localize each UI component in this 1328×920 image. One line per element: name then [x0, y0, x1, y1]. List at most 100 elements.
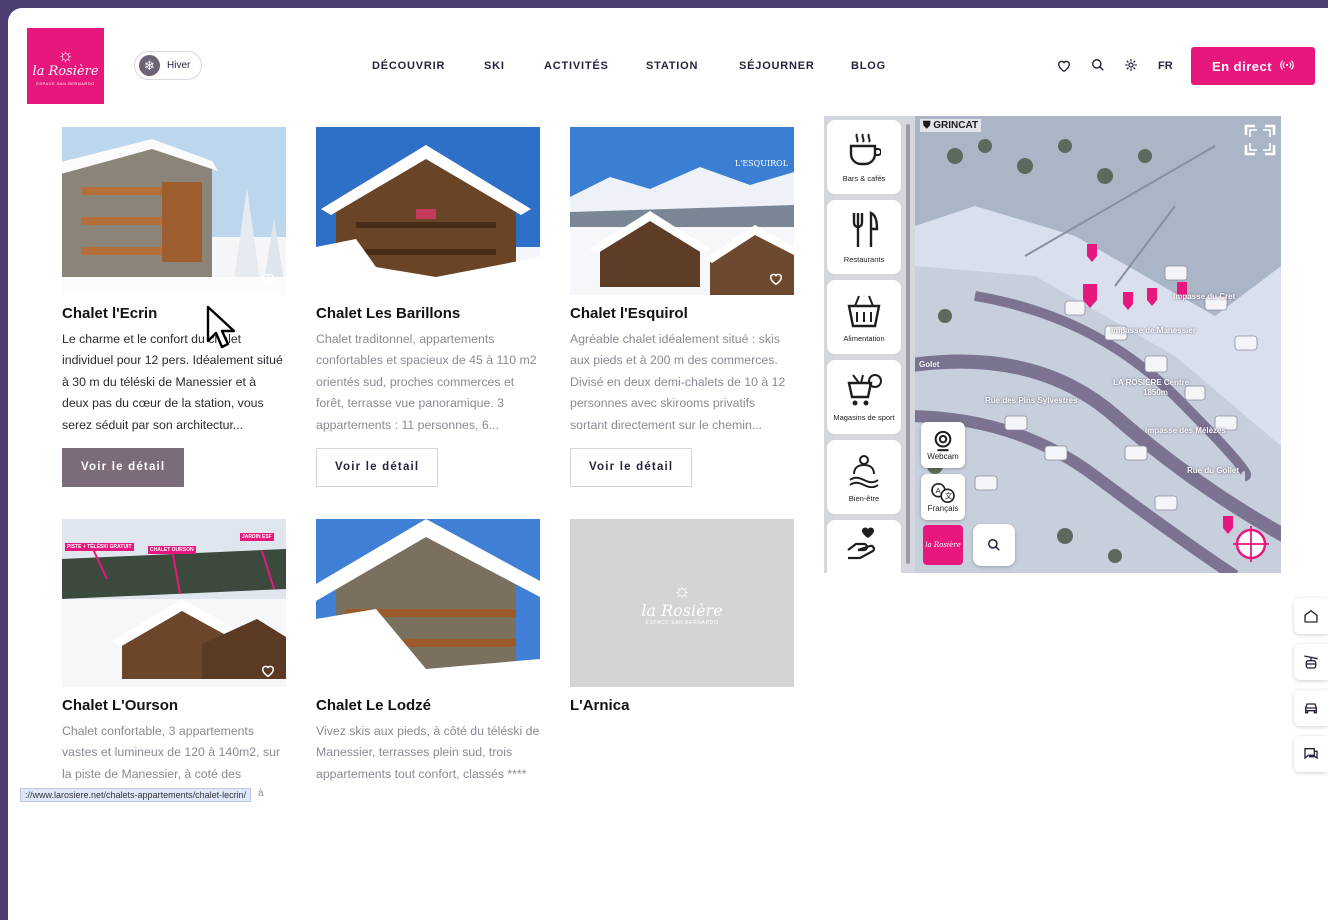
gear-icon[interactable] — [1122, 56, 1140, 74]
detail-button[interactable]: Voir le détail — [62, 448, 185, 487]
favorite-heart-icon[interactable] — [515, 664, 529, 678]
chat-icon — [1304, 748, 1318, 760]
card-chalet-les-barillons[interactable]: Chalet Les Barillons Chalet traditonnel,… — [316, 127, 540, 487]
card-chalet-lesquirol[interactable]: L'ESQUIROL Chalet l'Esquirol Agréable ch… — [570, 127, 794, 487]
card-image[interactable]: L'ESQUIROL — [570, 127, 794, 295]
translate-icon: A 文 — [931, 482, 955, 503]
gondola-icon — [1304, 655, 1318, 669]
photo-label: PISTE + TÉLÉSKI GRATUIT — [65, 543, 134, 551]
heart-hand-icon — [847, 527, 875, 560]
card-title[interactable]: Chalet l'Ecrin — [62, 305, 286, 322]
mouse-cursor — [206, 305, 236, 349]
card-chalet-lourson[interactable]: PISTE + TÉLÉSKI GRATUIT CHALET OURSON JA… — [62, 519, 286, 785]
search-icon — [987, 538, 1000, 551]
detail-button[interactable]: Voir le détail — [570, 448, 693, 487]
map-street-label: Impasse du Cret — [1173, 292, 1236, 301]
map-area-label: ⛊ GRINCAT — [920, 119, 982, 132]
live-button[interactable]: En direct — [1191, 47, 1315, 85]
map-street-label: Impasse des Mélèzes — [1145, 426, 1226, 435]
favorite-heart-icon[interactable] — [261, 664, 275, 678]
site-header: ☼ la Rosière ESPACE SAN BERNARDO ❄ Hiver… — [8, 8, 1328, 124]
map-search-button[interactable] — [973, 524, 1015, 566]
home-icon — [1304, 609, 1318, 623]
map-resort-logo[interactable]: la Rosière — [923, 525, 963, 565]
status-bar-trailing-text: à — [258, 788, 264, 799]
car-tool[interactable] — [1294, 690, 1328, 726]
map-category-list: Bars & cafés Restaurants Alimentation Ma… — [824, 116, 915, 573]
map-street-label: Impasse de Manessier — [1111, 326, 1196, 335]
card-image[interactable] — [316, 519, 540, 687]
site-logo[interactable]: ☼ la Rosière ESPACE SAN BERNARDO — [27, 28, 104, 104]
category-magasins-sport[interactable]: Magasins de sport — [827, 360, 901, 434]
map-place-label: LA ROSIÈRE Centre — [1113, 378, 1190, 387]
card-description: Vivez skis aux pieds, à côté du téléski … — [316, 724, 540, 781]
category-bars-cafes[interactable]: Bars & cafés — [827, 120, 901, 194]
card-description: Agréable chalet idéalement situé : skis … — [570, 332, 786, 432]
card-title[interactable]: Chalet Les Barillons — [316, 305, 540, 322]
card-chalet-le-lodze[interactable]: Chalet Le Lodzé Vivez skis aux pieds, à … — [316, 519, 540, 785]
sport-shop-icon — [847, 373, 882, 405]
card-description: Le charme et le confort du chalet indivi… — [62, 332, 283, 432]
map-category-scrollbar[interactable] — [906, 124, 910, 564]
card-image[interactable] — [316, 127, 540, 295]
nav-blog[interactable]: BLOG — [851, 60, 886, 72]
card-description: Chalet traditonnel, appartements confort… — [316, 332, 537, 432]
grocery-basket-icon — [847, 295, 881, 327]
card-image[interactable] — [62, 127, 286, 295]
category-restaurants[interactable]: Restaurants — [827, 200, 901, 274]
sun-icon: ☼ — [57, 45, 74, 65]
card-larnica[interactable]: ☼ la Rosière ESPACE SAN BERNARDO L'Arnic… — [570, 519, 794, 714]
favorite-heart-icon[interactable] — [515, 272, 529, 286]
map-language-button[interactable]: A 文 Français — [921, 474, 965, 520]
resort-map-illustration — [903, 116, 1281, 573]
webcam-icon — [934, 430, 952, 451]
link-status-bar: ://www.larosiere.net/chalets-appartement… — [20, 788, 252, 802]
photo-label: CHALET OURSON — [148, 546, 196, 554]
card-image-placeholder[interactable]: ☼ la Rosière ESPACE SAN BERNARDO — [570, 519, 794, 687]
fullscreen-icon[interactable] — [1244, 124, 1276, 156]
map-street-label: Golet — [919, 360, 940, 369]
map-altitude-label: 1850m — [1143, 388, 1168, 397]
nav-station[interactable]: STATION — [646, 60, 698, 72]
heart-icon[interactable] — [1055, 56, 1073, 74]
category-bien-etre[interactable]: Bien-être — [827, 440, 901, 514]
cutlery-icon — [852, 210, 879, 247]
card-title[interactable]: Chalet l'Esquirol — [570, 305, 794, 322]
language-selector[interactable]: FR — [1158, 60, 1173, 72]
card-chalet-lecrin[interactable]: Chalet l'Ecrin Le charme et le confort d… — [62, 127, 286, 487]
snowflake-icon: ❄ — [139, 55, 160, 76]
map-canvas[interactable]: Golet Rue des Pins Sylvestres Impasse de… — [903, 116, 1281, 573]
svg-text:A: A — [936, 486, 941, 495]
interactive-map[interactable]: Bars & cafés Restaurants Alimentation Ma… — [824, 116, 1281, 573]
season-toggle[interactable]: ❄ Hiver — [134, 51, 203, 80]
category-alimentation[interactable]: Alimentation — [827, 280, 901, 354]
coffee-icon — [849, 132, 881, 165]
chat-tool[interactable] — [1294, 736, 1328, 772]
card-description: Chalet confortable, 3 appartements vaste… — [62, 724, 281, 781]
home-tool[interactable] — [1294, 598, 1328, 634]
nav-decouvrir[interactable]: DÉCOUVRIR — [372, 60, 445, 72]
search-icon[interactable] — [1089, 56, 1107, 74]
broadcast-icon — [1280, 58, 1294, 75]
photo-label: JARDIN ESF — [240, 533, 274, 541]
nav-ski[interactable]: SKI — [484, 60, 505, 72]
gondola-tool[interactable] — [1294, 644, 1328, 680]
card-image[interactable]: PISTE + TÉLÉSKI GRATUIT CHALET OURSON JA… — [62, 519, 286, 687]
favorite-heart-icon[interactable] — [769, 272, 783, 286]
category-services[interactable] — [827, 520, 901, 573]
browser-window: ☼ la Rosière ESPACE SAN BERNARDO ❄ Hiver… — [8, 8, 1328, 920]
esquirol-watermark: L'ESQUIROL — [734, 159, 788, 168]
map-street-label: Rue des Pins Sylvestres — [985, 396, 1078, 405]
detail-button[interactable]: Voir le détail — [316, 448, 439, 487]
webcam-button[interactable]: Webcam — [921, 422, 965, 468]
car-icon — [1305, 703, 1317, 714]
card-title[interactable]: Chalet Le Lodzé — [316, 697, 540, 714]
map-street-label: Rue du Gollet — [1187, 466, 1239, 475]
favorite-heart-icon[interactable] — [261, 272, 275, 286]
nav-sejourner[interactable]: SÉJOURNER — [739, 60, 815, 72]
card-title[interactable]: L'Arnica — [570, 697, 794, 714]
card-title[interactable]: Chalet L'Ourson — [62, 697, 286, 714]
svg-text:文: 文 — [945, 491, 953, 500]
nav-activites[interactable]: ACTIVITÉS — [544, 60, 609, 72]
spa-icon — [849, 454, 879, 488]
